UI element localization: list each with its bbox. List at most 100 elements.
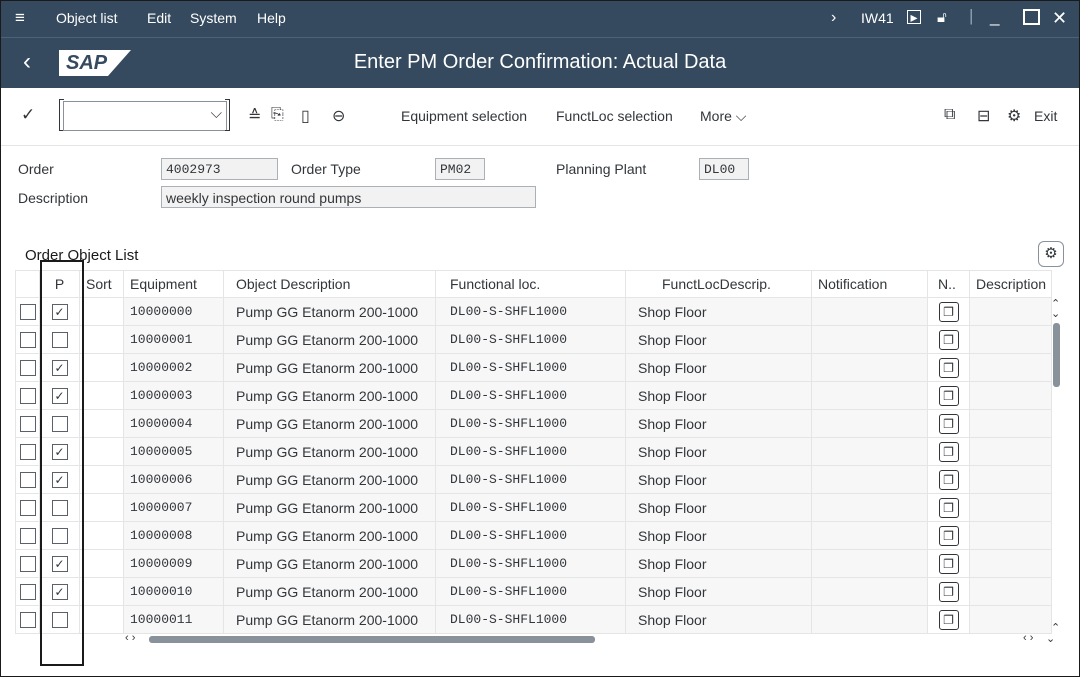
functional-loc-cell[interactable]: DL00-S-SHFL1000 (435, 521, 626, 550)
n-cell[interactable]: ❐ (927, 493, 970, 522)
order-field[interactable]: 4002973 (161, 158, 278, 180)
order-type-field[interactable]: PM02 (435, 158, 485, 180)
menu-edit[interactable]: Edit (147, 10, 171, 26)
functional-loc-cell[interactable]: DL00-S-SHFL1000 (435, 437, 626, 466)
p-checkbox[interactable] (51, 416, 68, 433)
p-checkbox[interactable] (39, 409, 80, 438)
row-select-checkbox[interactable] (15, 493, 40, 522)
sort-cell[interactable] (79, 409, 124, 438)
functloc-selection-button[interactable]: FunctLoc selection (556, 108, 673, 124)
table-row[interactable]: ✓ 10000002 Pump GG Etanorm 200-1000 DL00-S-… (15, 353, 1052, 382)
command-input[interactable] (68, 104, 202, 128)
functional-loc-cell[interactable]: DL00-S-SHFL1000 (435, 577, 626, 606)
p-checkbox[interactable]: ✓ (39, 381, 80, 410)
equipment-cell[interactable]: 10000004 (123, 409, 224, 438)
functional-loc-cell[interactable]: DL00-S-SHFL1000 (435, 325, 626, 354)
sort-cell[interactable] (79, 605, 124, 634)
notification-cell[interactable] (811, 381, 928, 410)
p-checkbox[interactable] (51, 332, 68, 349)
row-select-checkbox[interactable] (15, 297, 40, 326)
table-row[interactable]: ✓ 10000003 Pump GG Etanorm 200-1000 DL00-S-… (15, 381, 1052, 410)
column-functloc-description[interactable]: FunctLocDescrip. (625, 270, 812, 298)
column-functional-loc[interactable]: Functional loc. (435, 270, 626, 298)
n-cell[interactable]: ❐ (927, 437, 970, 466)
functional-loc-cell[interactable]: DL00-S-SHFL1000 (435, 605, 626, 634)
equipment-cell[interactable]: 10000000 (123, 297, 224, 326)
row-select-checkbox[interactable] (19, 472, 36, 489)
table-row[interactable]: ✓ 10000005 Pump GG Etanorm 200-1000 DL00-S-… (15, 437, 1052, 466)
vertical-scroll-thumb[interactable] (1053, 323, 1060, 387)
vertical-scrollbar[interactable]: ⌃ ⌄ ⌃ (1050, 297, 1062, 637)
sort-cell[interactable] (79, 297, 124, 326)
more-button[interactable]: More ⌵ (700, 108, 746, 125)
functional-loc-cell[interactable]: DL00-S-SHFL1000 (435, 353, 626, 382)
p-checkbox[interactable]: ✓ (39, 437, 80, 466)
row-select-checkbox[interactable] (19, 556, 36, 573)
sort-cell[interactable] (79, 549, 124, 578)
notification-cell[interactable] (811, 577, 928, 606)
p-checkbox[interactable]: ✓ (51, 556, 68, 573)
p-checkbox[interactable]: ✓ (51, 584, 68, 601)
row-select-checkbox[interactable] (15, 353, 40, 382)
gear-icon[interactable]: ⚙ (1038, 241, 1064, 267)
notification-cell[interactable] (811, 297, 928, 326)
p-checkbox[interactable] (51, 500, 68, 517)
p-checkbox[interactable]: ✓ (51, 304, 68, 321)
row-select-checkbox[interactable] (19, 304, 36, 321)
chevron-right-icon[interactable]: › (831, 9, 836, 27)
table-row[interactable]: 10000004 Pump GG Etanorm 200-1000 DL00-S-S… (15, 409, 1052, 438)
notification-cell[interactable] (811, 549, 928, 578)
notification-cell[interactable] (811, 521, 928, 550)
p-checkbox[interactable] (39, 325, 80, 354)
horizontal-scrollbar[interactable]: ‹ › ‹ › ⌄ (123, 632, 1063, 645)
document-icon[interactable]: ❐ (938, 497, 959, 518)
equipment-cell[interactable]: 10000002 (123, 353, 224, 382)
new-window-icon[interactable]: ⧉ (944, 106, 955, 124)
p-checkbox[interactable] (51, 528, 68, 545)
row-select-checkbox[interactable] (15, 465, 40, 494)
sort-cell[interactable] (79, 353, 124, 382)
scroll-left-right-icon[interactable]: ‹ › (1023, 632, 1033, 644)
document-icon[interactable]: ▯ (301, 106, 310, 126)
scroll-down-icon[interactable]: ⌄ (1046, 632, 1055, 645)
row-select-checkbox[interactable] (19, 584, 36, 601)
equipment-cell[interactable]: 10000003 (123, 381, 224, 410)
row-select-checkbox[interactable] (15, 605, 40, 634)
document-icon[interactable]: ❐ (938, 413, 959, 434)
p-checkbox[interactable]: ✓ (51, 444, 68, 461)
functional-loc-cell[interactable]: DL00-S-SHFL1000 (435, 493, 626, 522)
column-description[interactable]: Description (969, 270, 1052, 298)
sort-cell[interactable] (79, 577, 124, 606)
document-icon[interactable]: ❐ (938, 525, 959, 546)
sort-cell[interactable] (79, 465, 124, 494)
n-cell[interactable]: ❐ (927, 577, 970, 606)
command-field[interactable]: ⌵ (63, 101, 227, 131)
column-notification[interactable]: Notification (811, 270, 928, 298)
n-cell[interactable]: ❐ (927, 381, 970, 410)
generate-shortcut-icon[interactable]: ⊟ (977, 106, 990, 126)
row-select-checkbox[interactable] (19, 416, 36, 433)
row-select-checkbox[interactable] (15, 325, 40, 354)
document-icon[interactable]: ❐ (938, 357, 959, 378)
row-select-checkbox[interactable] (15, 437, 40, 466)
table-row[interactable]: ✓ 10000000 Pump GG Etanorm 200-1000 DL00-S-… (15, 297, 1052, 326)
document-icon[interactable]: ❐ (938, 553, 959, 574)
n-cell[interactable]: ❐ (927, 353, 970, 382)
back-arrow-icon[interactable]: ‹ (23, 48, 31, 76)
menu-help[interactable]: Help (257, 10, 286, 26)
functional-loc-cell[interactable]: DL00-S-SHFL1000 (435, 297, 626, 326)
n-cell[interactable]: ❐ (927, 549, 970, 578)
n-cell[interactable]: ❐ (927, 325, 970, 354)
row-select-checkbox[interactable] (19, 388, 36, 405)
maximize-icon[interactable] (1023, 9, 1040, 25)
export-icon[interactable]: ⎘ (271, 106, 284, 124)
row-select-checkbox[interactable] (19, 528, 36, 545)
column-sort[interactable]: Sort (79, 270, 124, 298)
notification-cell[interactable] (811, 493, 928, 522)
description-field[interactable]: weekly inspection round pumps (161, 186, 536, 208)
notification-cell[interactable] (811, 353, 928, 382)
select-all-column[interactable] (15, 270, 40, 298)
table-row[interactable]: ✓ 10000009 Pump GG Etanorm 200-1000 DL00-S-… (15, 549, 1052, 578)
scroll-down-icon[interactable]: ⌄ (1051, 307, 1060, 320)
checkmark-icon[interactable]: ✓ (21, 105, 35, 125)
